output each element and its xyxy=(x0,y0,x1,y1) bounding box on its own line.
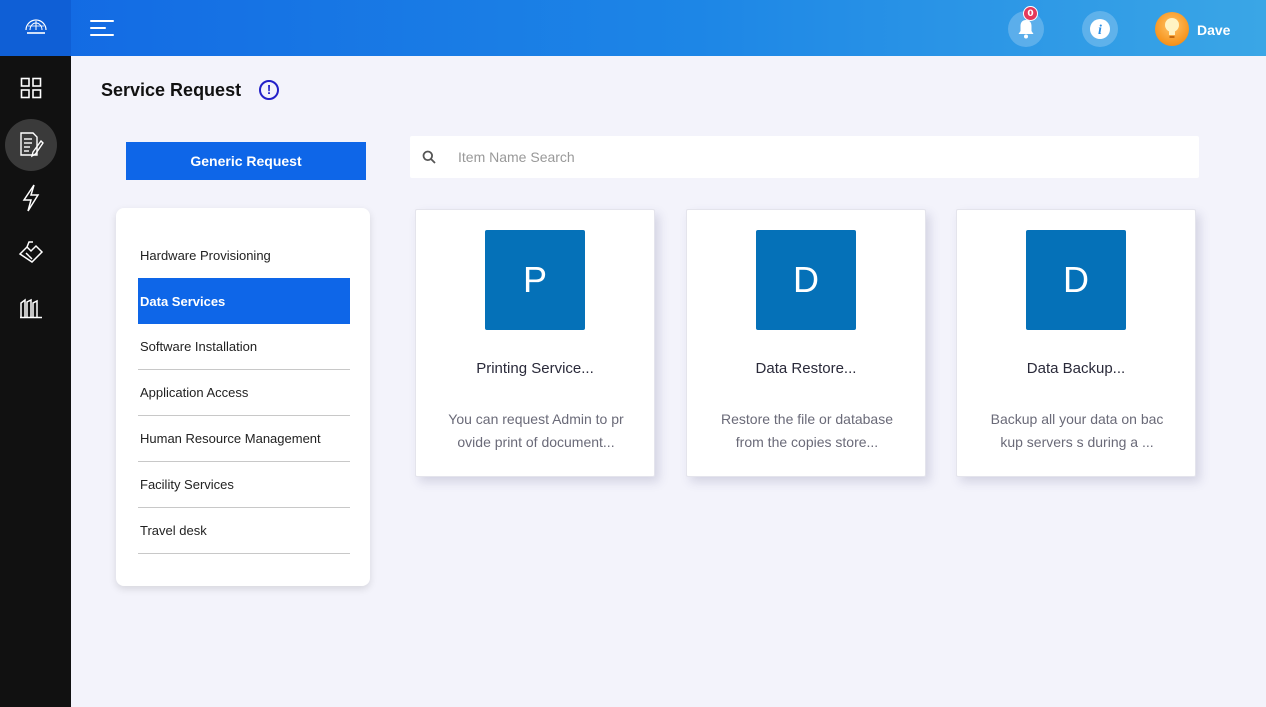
user-name[interactable]: Dave xyxy=(1197,22,1230,38)
service-card-printing[interactable]: P Printing Service... You can request Ad… xyxy=(415,209,655,477)
service-title: Data Restore... xyxy=(755,360,857,377)
top-bar: 0 i Dave xyxy=(0,0,1266,56)
service-description-line: kup servers s during a ... xyxy=(1000,434,1154,450)
service-description-line: Backup all your data on bac xyxy=(990,411,1164,427)
lightning-icon xyxy=(22,184,40,212)
sidebar-item-reports[interactable] xyxy=(5,282,57,334)
category-panel: Hardware Provisioning Data Services Soft… xyxy=(116,208,370,586)
info-button[interactable]: i xyxy=(1082,11,1118,47)
category-label: Software Installation xyxy=(140,339,258,354)
globe-logo-icon xyxy=(24,19,47,34)
category-hardware-provisioning[interactable]: Hardware Provisioning xyxy=(138,232,350,278)
category-label: Facility Services xyxy=(140,477,234,492)
sidebar-item-approvals[interactable] xyxy=(5,226,57,278)
category-software-installation[interactable]: Software Installation xyxy=(138,324,350,370)
service-tile-letter: D xyxy=(756,230,856,330)
page-info-icon[interactable]: ! xyxy=(259,80,279,100)
avatar[interactable] xyxy=(1155,12,1189,46)
page-title: Service Request xyxy=(101,80,242,100)
grid-icon xyxy=(20,77,42,99)
category-label: Data Services xyxy=(140,293,226,309)
generic-request-button[interactable]: Generic Request xyxy=(126,142,366,180)
service-title: Printing Service... xyxy=(476,360,594,377)
service-description: You can request Admin to pr ovide print … xyxy=(432,408,640,454)
svg-text:i: i xyxy=(1098,23,1102,38)
category-label: Application Access xyxy=(140,385,249,400)
search-input[interactable] xyxy=(458,136,1188,178)
sidebar xyxy=(0,56,71,707)
sidebar-item-service-request[interactable] xyxy=(5,119,57,171)
building-icon xyxy=(20,298,42,319)
category-facility-services[interactable]: Facility Services xyxy=(138,462,350,508)
info-icon: i xyxy=(1090,19,1110,39)
service-description: Backup all your data on bac kup servers … xyxy=(973,408,1181,454)
category-label: Hardware Provisioning xyxy=(140,247,271,263)
bell-icon xyxy=(1018,20,1034,39)
sidebar-item-dashboard[interactable] xyxy=(5,62,57,114)
hamburger-menu-icon[interactable] xyxy=(90,18,114,38)
sidebar-item-incidents[interactable] xyxy=(5,172,57,224)
service-card-data-backup[interactable]: D Data Backup... Backup all your data on… xyxy=(956,209,1196,477)
category-data-services[interactable]: Data Services xyxy=(138,278,350,324)
service-card-data-restore[interactable]: D Data Restore... Restore the file or da… xyxy=(686,209,926,477)
notification-button[interactable]: 0 xyxy=(1008,6,1044,47)
category-label: Human Resource Management xyxy=(140,431,321,446)
service-description-line: You can request Admin to pr xyxy=(448,411,624,427)
search-bar xyxy=(410,136,1199,178)
document-edit-icon xyxy=(20,132,44,158)
search-icon xyxy=(422,150,436,164)
service-description-line: ovide print of document... xyxy=(457,434,615,450)
service-title: Data Backup... xyxy=(1026,360,1126,377)
service-description: Restore the file or database from the co… xyxy=(703,408,911,454)
service-tile-letter: D xyxy=(1026,230,1126,330)
category-human-resource-management[interactable]: Human Resource Management xyxy=(138,416,350,462)
notification-count-badge: 0 xyxy=(1023,6,1038,21)
handshake-icon xyxy=(18,241,44,263)
lightbulb-avatar-icon xyxy=(1165,18,1179,38)
service-description-line: Restore the file or database xyxy=(721,411,893,427)
logo[interactable] xyxy=(0,0,71,56)
service-description-line: from the copies store... xyxy=(735,434,879,450)
category-application-access[interactable]: Application Access xyxy=(138,370,350,416)
category-travel-desk[interactable]: Travel desk xyxy=(138,508,350,554)
service-tile-letter: P xyxy=(485,230,585,330)
category-label: Travel desk xyxy=(140,523,207,538)
